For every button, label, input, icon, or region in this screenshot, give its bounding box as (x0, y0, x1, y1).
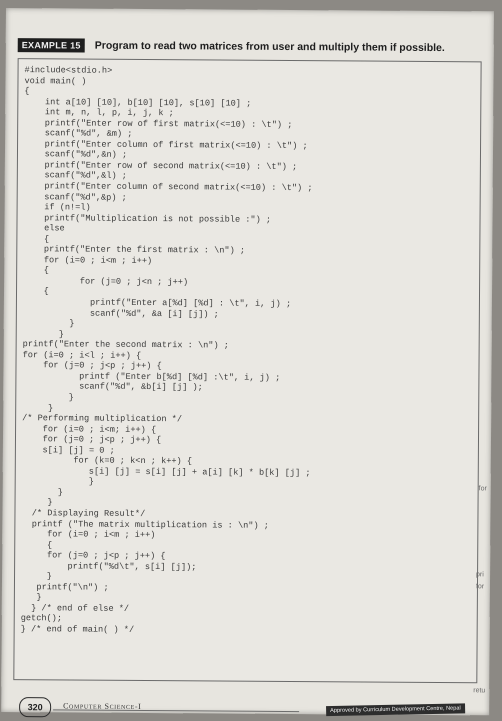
page-footer: 320 Computer Science-I Approved by Curri… (19, 696, 481, 721)
code-line: } /* end of main( ) */ (20, 624, 135, 635)
book-title: Computer Science-I (63, 701, 142, 711)
book-page: EXAMPLE 15 Program to read two matrices … (1, 8, 494, 718)
next-page-edge-text: retu (473, 687, 486, 695)
page-number: 320 (19, 697, 52, 718)
next-page-edge-text: for (478, 485, 487, 493)
code-listing: #include<stdio.h> void main( ){ int a[10]… (21, 65, 477, 638)
approval-stamp: Approved by Curriculum Development Centr… (326, 703, 466, 717)
next-page-edge-text: pri (476, 571, 484, 579)
example-badge: EXAMPLE 15 (17, 38, 85, 53)
example-title: Program to read two matrices from user a… (94, 39, 445, 55)
code-listing-box: #include<stdio.h> void main( ){ int a[10]… (13, 58, 482, 684)
example-heading: EXAMPLE 15 Program to read two matrices … (17, 36, 484, 57)
next-page-edge-text: for (475, 583, 485, 591)
